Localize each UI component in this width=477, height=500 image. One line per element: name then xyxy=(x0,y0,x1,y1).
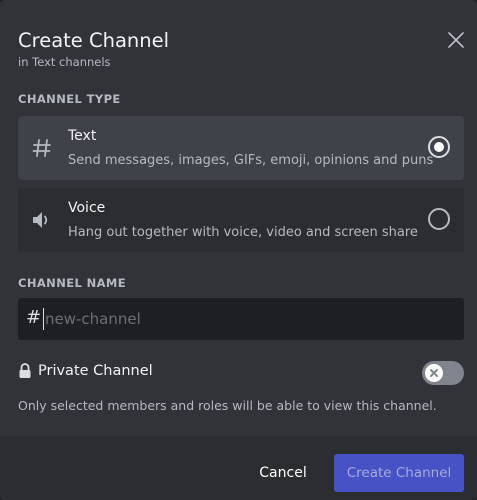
private-channel-help: Only selected members and roles will be … xyxy=(18,398,437,413)
radio-unselected[interactable] xyxy=(428,208,450,230)
cancel-button[interactable]: Cancel xyxy=(244,454,322,492)
speaker-icon xyxy=(30,208,54,232)
toggle-knob xyxy=(425,364,443,382)
channel-name-label: CHANNEL NAME xyxy=(18,276,127,290)
modal-header: Create Channel in Text channels xyxy=(18,28,169,69)
channel-type-name: Text xyxy=(68,128,97,144)
text-caret xyxy=(43,308,44,330)
channel-type-option-text[interactable]: Text Send messages, images, GIFs, emoji,… xyxy=(18,116,464,180)
hash-icon xyxy=(30,136,54,160)
modal-footer: Cancel Create Channel xyxy=(0,436,477,500)
close-button[interactable] xyxy=(444,28,468,52)
radio-dot xyxy=(434,142,444,152)
x-icon xyxy=(430,369,438,377)
channel-name-field: # xyxy=(18,298,464,340)
private-channel-toggle[interactable] xyxy=(422,361,464,385)
modal-title: Create Channel xyxy=(18,29,170,52)
channel-name-input[interactable] xyxy=(45,298,455,340)
channel-name-prefix: # xyxy=(26,307,42,328)
channel-type-description: Hang out together with voice, video and … xyxy=(68,225,418,240)
private-channel-label: Private Channel xyxy=(38,363,153,379)
radio-selected[interactable] xyxy=(428,136,450,158)
create-channel-button[interactable]: Create Channel xyxy=(334,454,464,492)
channel-type-name: Voice xyxy=(68,200,106,216)
modal-subtitle: in Text channels xyxy=(18,55,111,69)
lock-icon xyxy=(19,363,31,378)
channel-type-option-voice[interactable]: Voice Hang out together with voice, vide… xyxy=(18,188,464,252)
create-channel-modal: Create Channel in Text channels CHANNEL … xyxy=(0,0,477,500)
private-channel-row: Private Channel xyxy=(18,363,153,379)
close-icon xyxy=(448,32,464,48)
channel-type-description: Send messages, images, GIFs, emoji, opin… xyxy=(68,153,434,168)
channel-type-label: CHANNEL TYPE xyxy=(18,92,121,106)
